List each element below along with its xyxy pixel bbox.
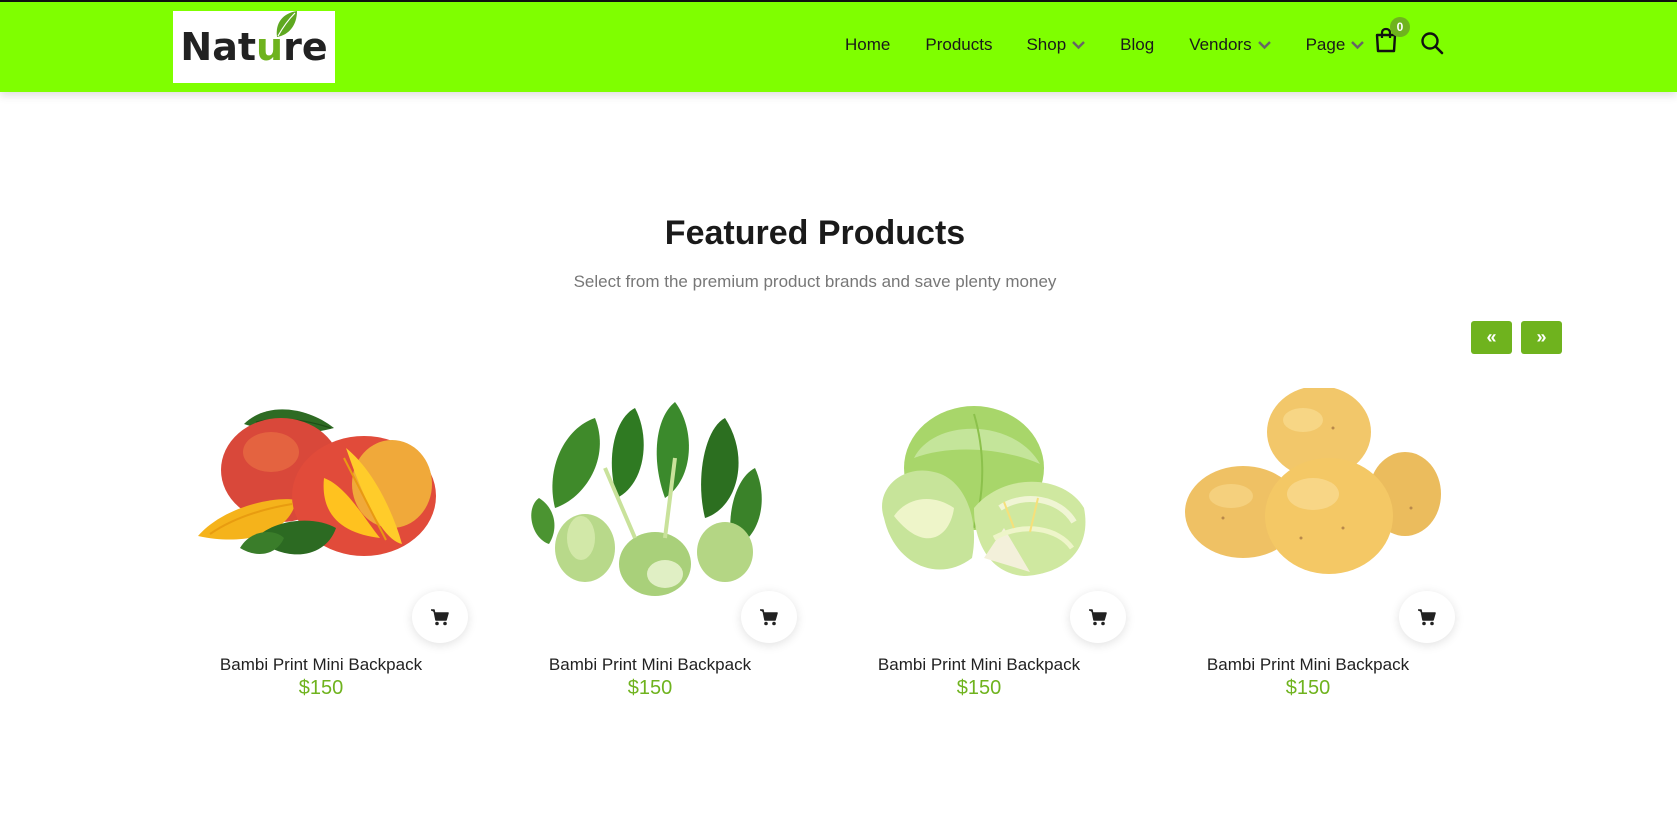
nav-blog[interactable]: Blog	[1120, 35, 1154, 55]
nav-page[interactable]: Page	[1306, 35, 1366, 55]
main-nav: Home Products Shop Blog Vendors Page	[845, 35, 1365, 55]
logo-text: Nature	[180, 11, 328, 69]
product-card[interactable]: Bambi Print Mini Backpack $150	[854, 388, 1126, 700]
product-image-bok-choy[interactable]	[525, 388, 797, 648]
product-image-potatoes[interactable]	[1183, 386, 1455, 648]
leaf-icon	[277, 11, 298, 37]
product-card[interactable]: Bambi Print Mini Backpack $150	[196, 388, 468, 700]
nav-vendors[interactable]: Vendors	[1189, 35, 1271, 55]
add-to-cart-button[interactable]	[1070, 591, 1126, 643]
product-image-cabbage[interactable]	[854, 388, 1126, 648]
search-icon[interactable]	[1420, 31, 1444, 55]
chevron-down-icon	[1257, 41, 1271, 50]
product-card[interactable]: Bambi Print Mini Backpack $150	[1183, 386, 1455, 700]
product-name[interactable]: Bambi Print Mini Backpack	[854, 655, 1104, 675]
logo[interactable]: Nature	[173, 11, 335, 83]
product-price: $150	[1285, 677, 1331, 699]
product-name[interactable]: Bambi Print Mini Backpack	[196, 655, 446, 675]
carousel-next-button[interactable]: »	[1521, 321, 1562, 354]
cart-icon	[1418, 609, 1436, 626]
nav-products[interactable]: Products	[925, 35, 992, 55]
product-image-mango[interactable]	[196, 388, 468, 648]
product-name[interactable]: Bambi Print Mini Backpack	[1183, 655, 1433, 675]
add-to-cart-button[interactable]	[741, 591, 797, 643]
product-price: $150	[627, 677, 673, 699]
nav-home[interactable]: Home	[845, 35, 890, 55]
add-to-cart-button[interactable]	[1399, 591, 1455, 643]
nav-shop[interactable]: Shop	[1026, 35, 1086, 55]
carousel-prev-button[interactable]: «	[1471, 321, 1512, 354]
chevron-down-icon	[1351, 41, 1365, 50]
cart-icon	[760, 609, 778, 626]
product-card[interactable]: Bambi Print Mini Backpack $150	[525, 388, 797, 700]
product-carousel: Bambi Print Mini Backpack $150 Bambi Pri…	[196, 386, 1512, 700]
section-subtitle: Select from the premium product brands a…	[573, 272, 1057, 291]
cart-count-badge: 0	[1390, 17, 1410, 37]
cart-icon	[1089, 609, 1107, 626]
chevron-down-icon	[1072, 41, 1086, 50]
product-price: $150	[298, 677, 344, 699]
product-price: $150	[956, 677, 1002, 699]
add-to-cart-button[interactable]	[412, 591, 468, 643]
site-header: Nature Home Products Shop Blog Vendors P…	[0, 2, 1677, 92]
product-name[interactable]: Bambi Print Mini Backpack	[525, 655, 775, 675]
section-title: Featured Products	[664, 214, 966, 252]
cart-button[interactable]: 0	[1374, 17, 1410, 57]
cart-icon	[431, 609, 449, 626]
